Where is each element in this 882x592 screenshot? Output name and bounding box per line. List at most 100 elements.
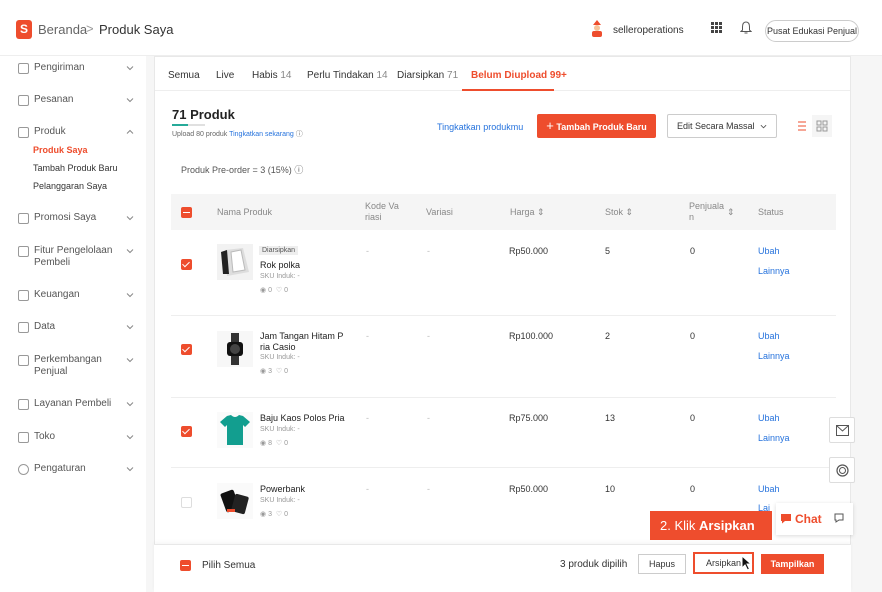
chevron-up-icon[interactable]	[126, 128, 134, 136]
select-all-checkbox[interactable]	[180, 560, 191, 571]
tab-perlu-tindakan[interactable]: Perlu Tindakan 14	[307, 70, 388, 81]
more-link[interactable]: Lainnya	[758, 266, 790, 276]
product-name[interactable]: Jam Tangan Hitam P ria Casio	[260, 331, 350, 353]
upgrade-now-link[interactable]: Tingkatkan sekarang	[229, 131, 294, 138]
product-name[interactable]: Rok polka	[260, 260, 350, 271]
edu-center-button[interactable]: Pusat Edukasi Penjual	[765, 20, 859, 42]
row-checkbox[interactable]	[181, 259, 192, 270]
tab-live[interactable]: Live	[216, 70, 234, 81]
eye-icon: ◉	[260, 440, 267, 447]
edit-link[interactable]: Ubah	[758, 413, 780, 423]
support-float-button[interactable]	[829, 457, 855, 483]
help-icon[interactable]: ⓘ	[296, 131, 303, 138]
chevron-down-icon[interactable]	[126, 400, 134, 408]
breadcrumb-separator: >	[86, 21, 94, 36]
more-link[interactable]: Lainnya	[758, 433, 790, 443]
message-float-button[interactable]	[829, 417, 855, 443]
row-checkbox[interactable]	[181, 426, 192, 437]
select-all-checkbox[interactable]	[181, 207, 192, 218]
sidebar-item-produk[interactable]: Produk	[18, 126, 66, 138]
chevron-down-icon[interactable]	[126, 433, 134, 441]
upgrade-product-link[interactable]: Tingkatkan produkmu	[437, 122, 523, 132]
add-product-button[interactable]: + Tambah Produk Baru	[537, 114, 656, 138]
col-penjualan[interactable]: Penjuala n	[689, 201, 724, 223]
tab-belum-diupload[interactable]: Belum Diupload 99+	[471, 70, 567, 81]
tab-diarsipkan[interactable]: Diarsipkan 71	[397, 70, 458, 81]
chevron-down-icon[interactable]	[126, 323, 134, 331]
sidebar-item-perkembangan[interactable]: Perkembangan Penjual	[18, 354, 108, 378]
product-image-watch[interactable]	[217, 331, 253, 367]
col-nama-produk: Nama Produk	[217, 207, 273, 217]
chat-widget[interactable]: Chat	[776, 503, 853, 535]
selected-count: 3 produk dipilih	[560, 559, 628, 570]
apps-grid-icon[interactable]	[711, 22, 722, 33]
product-stats: ◉ 0 ♡ 0	[260, 287, 288, 294]
col-stok[interactable]: Stok ⇕	[605, 207, 633, 218]
tab-semua[interactable]: Semua	[168, 70, 200, 81]
sidebar-item-data[interactable]: Data	[18, 321, 55, 333]
shopee-logo[interactable]: S	[16, 20, 32, 39]
seller-avatar-icon[interactable]	[589, 19, 605, 37]
chevron-down-icon[interactable]	[126, 214, 134, 222]
edit-link[interactable]: Ubah	[758, 246, 780, 256]
row-checkbox[interactable]	[181, 344, 192, 355]
mass-edit-dropdown[interactable]: Edit Secara Massal	[667, 114, 777, 138]
product-list-card: Semua Live Habis 14 Perlu Tindakan 14 Di…	[154, 56, 851, 572]
sidebar-sub-tambah-produk[interactable]: Tambah Produk Baru	[33, 163, 118, 173]
chevron-down-icon[interactable]	[126, 291, 134, 299]
product-count: 71 Produk	[172, 107, 235, 122]
edit-link[interactable]: Ubah	[758, 484, 780, 494]
kode-variasi-value: -	[366, 484, 369, 494]
seller-name[interactable]: selleroperations	[613, 25, 684, 36]
variasi-value: -	[427, 246, 430, 256]
shipping-icon	[18, 63, 29, 74]
tab-habis[interactable]: Habis 14	[252, 70, 291, 81]
row-checkbox[interactable]	[181, 497, 192, 508]
sort-icon[interactable]: ⇕	[727, 207, 735, 218]
chevron-down-icon[interactable]	[126, 356, 134, 364]
eye-icon: ◉	[260, 287, 267, 294]
list-view-icon[interactable]	[792, 115, 812, 137]
preorder-info: Produk Pre-order = 3 (15%) ⓘ	[181, 165, 304, 175]
grid-view-icon[interactable]	[812, 115, 832, 137]
chevron-down-icon[interactable]	[126, 465, 134, 473]
product-image-tshirt[interactable]	[217, 412, 253, 448]
bell-icon[interactable]	[740, 21, 752, 34]
headset-icon	[836, 464, 849, 477]
product-image-skirt[interactable]	[217, 244, 253, 280]
shop-icon	[18, 432, 29, 443]
show-button[interactable]: Tampilkan	[761, 554, 824, 574]
sidebar-item-promosi[interactable]: Promosi Saya	[18, 212, 96, 224]
sidebar-item-pesanan[interactable]: Pesanan	[18, 94, 73, 106]
product-image-powerbank[interactable]	[217, 483, 253, 519]
expand-icon[interactable]	[834, 513, 844, 523]
select-all-label[interactable]: Pilih Semua	[202, 560, 255, 571]
breadcrumb-home[interactable]: Beranda	[38, 22, 87, 37]
sidebar-item-pengiriman[interactable]: Pengiriman	[18, 62, 85, 74]
service-icon	[18, 399, 29, 410]
more-link[interactable]: Lainnya	[758, 351, 790, 361]
delete-button[interactable]: Hapus	[638, 554, 686, 574]
product-name[interactable]: Baju Kaos Polos Pria	[260, 413, 350, 424]
sidebar-item-layanan[interactable]: Layanan Pembeli	[18, 398, 111, 410]
product-name[interactable]: Powerbank	[260, 484, 350, 495]
sidebar-item-keuangan[interactable]: Keuangan	[18, 289, 80, 301]
sales-value: 0	[690, 484, 696, 494]
col-harga[interactable]: Harga ⇕	[510, 207, 545, 218]
heart-icon: ♡	[275, 368, 283, 375]
help-icon[interactable]: ⓘ	[294, 165, 303, 175]
mouse-cursor-icon	[741, 555, 753, 571]
chevron-down-icon[interactable]	[126, 96, 134, 104]
sidebar-item-fitur-pembeli[interactable]: Fitur Pengelolaan Pembeli	[18, 245, 118, 269]
price-value: Rp100.000	[509, 331, 554, 341]
breadcrumb-current: Produk Saya	[99, 22, 174, 37]
variasi-value: -	[427, 484, 430, 494]
edit-link[interactable]: Ubah	[758, 331, 780, 341]
table-header: Nama Produk Kode Va riasi Variasi Harga …	[171, 194, 836, 230]
sidebar-item-toko[interactable]: Toko	[18, 431, 55, 443]
sidebar-item-pengaturan[interactable]: Pengaturan	[18, 463, 86, 475]
chevron-down-icon[interactable]	[126, 247, 134, 255]
sidebar-sub-produk-saya[interactable]: Produk Saya	[33, 145, 88, 155]
sidebar-sub-pelanggaran[interactable]: Pelanggaran Saya	[33, 181, 107, 191]
chevron-down-icon[interactable]	[126, 64, 134, 72]
